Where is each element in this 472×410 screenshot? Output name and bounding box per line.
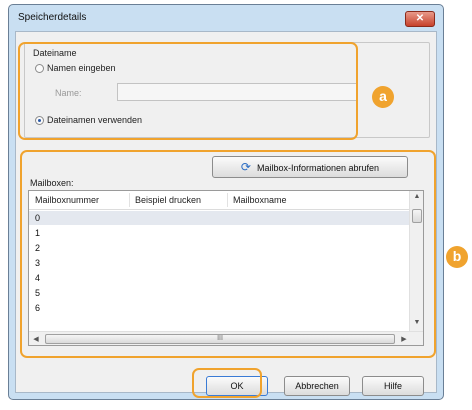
callout-frame-a: [18, 42, 358, 140]
callout-badge-a: a: [372, 86, 394, 108]
callout-frame-b: [20, 150, 436, 358]
callout-badge-b: b: [446, 246, 468, 268]
dialog-title: Speicherdetails: [18, 12, 87, 23]
callout-frame-ok: [192, 368, 262, 398]
help-button[interactable]: Hilfe: [362, 376, 424, 396]
title-bar: Speicherdetails ✕: [9, 5, 443, 31]
close-button[interactable]: ✕: [405, 11, 435, 27]
cancel-button[interactable]: Abbrechen: [284, 376, 350, 396]
